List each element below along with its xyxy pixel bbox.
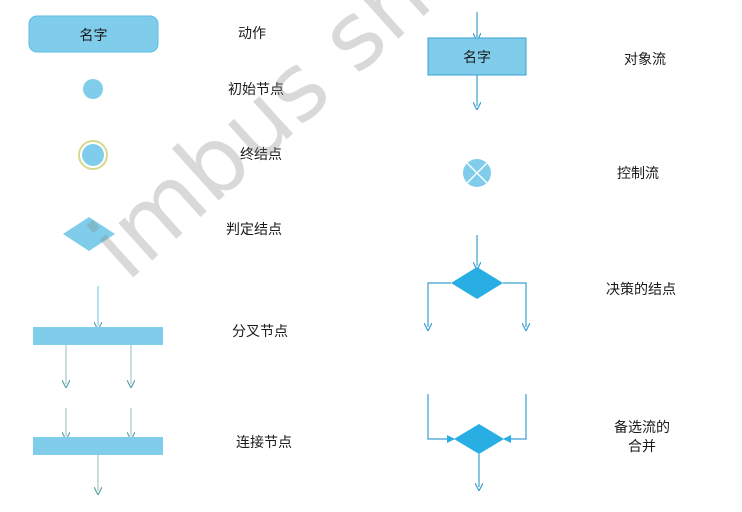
label-action: 动作 (238, 26, 266, 42)
label-object-flow: 对象流 (624, 52, 666, 68)
object-box-text: 名字 (463, 50, 491, 66)
label-control-flow: 控制流 (617, 166, 659, 182)
merge-incoming-right (503, 394, 527, 443)
label-join-node: 连接节点 (236, 435, 292, 451)
label-decision-node: 判定结点 (226, 222, 282, 238)
merge-diamond-shape (454, 424, 504, 454)
label-initial-node: 初始节点 (228, 82, 284, 98)
final-node-core (82, 144, 104, 166)
label-final-node: 终结点 (240, 147, 282, 163)
label-merge-line2: 合并 (628, 439, 656, 455)
initial-node-shape (83, 79, 103, 99)
label-decision: 决策的结点 (606, 282, 676, 298)
decision-branch-left (428, 282, 451, 327)
label-merge-line1: 备选流的 (614, 420, 670, 436)
action-box-text: 名字 (79, 28, 108, 44)
decision-branch-right (503, 282, 526, 327)
merge-incoming-left (427, 394, 455, 443)
join-bar (33, 437, 163, 455)
decision-node-shape (63, 217, 115, 251)
fork-bar (33, 327, 163, 345)
decision-diamond-shape (451, 267, 503, 299)
label-fork-node: 分叉节点 (232, 324, 288, 340)
activity-diagram-legend: 名字 名字 动作 初始节点 终结点 判定结点 分叉节点 连接节点 对象流 控制流… (0, 0, 742, 508)
